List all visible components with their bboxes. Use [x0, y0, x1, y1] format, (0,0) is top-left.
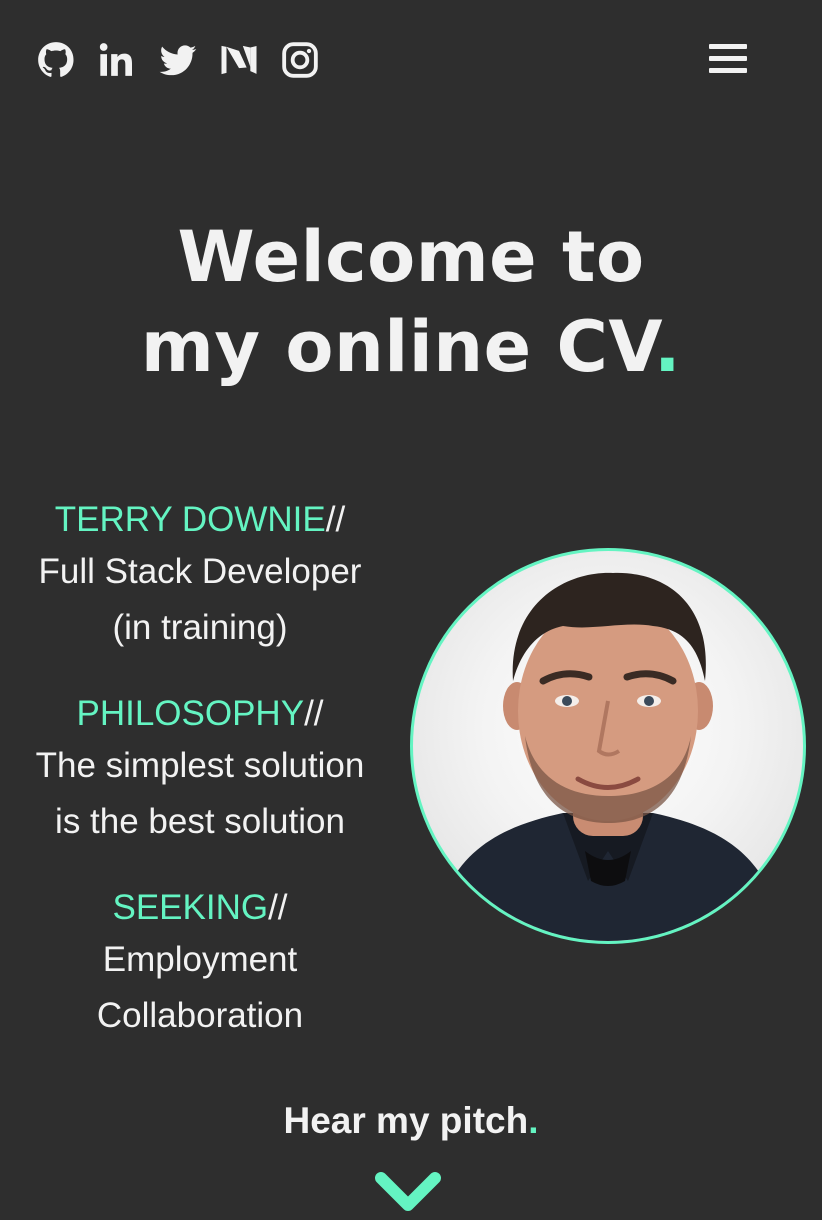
github-icon: [38, 42, 74, 77]
role-line-1: Full Stack Developer: [38, 552, 362, 591]
title-line-2: my online CV: [140, 306, 654, 388]
social-links: [36, 38, 341, 82]
name-block: TERRY DOWNIE// Full Stack Developer (in …: [0, 496, 400, 656]
page-title: Welcome to my online CV.: [0, 212, 822, 392]
twitter-link[interactable]: [158, 38, 198, 82]
seeking-separator: //: [268, 888, 288, 927]
hamburger-menu-button[interactable]: [709, 44, 747, 76]
seeking-line-1: Employment: [102, 940, 298, 979]
pitch-dot: .: [528, 1100, 539, 1141]
pitch-heading: Hear my pitch.: [0, 1100, 822, 1142]
profile-info: TERRY DOWNIE// Full Stack Developer (in …: [0, 496, 400, 1078]
menu-bar: [709, 68, 747, 73]
name-separator: //: [325, 500, 346, 539]
name-label: TERRY DOWNIE: [54, 500, 326, 539]
medium-link[interactable]: [219, 38, 259, 82]
seeking-block: SEEKING// Employment Collaboration: [0, 884, 400, 1044]
medium-icon: [221, 45, 257, 75]
menu-bar: [709, 44, 747, 49]
title-line-1: Welcome to: [177, 216, 645, 298]
seeking-label: SEEKING: [112, 888, 269, 927]
github-link[interactable]: [36, 38, 76, 82]
philosophy-block: PHILOSOPHY// The simplest solution is th…: [0, 690, 400, 850]
linkedin-icon: [99, 43, 132, 76]
instagram-link[interactable]: [280, 38, 320, 82]
philosophy-separator: //: [304, 694, 324, 733]
menu-bar: [709, 56, 747, 61]
role-line-2: (in training): [112, 608, 288, 647]
chevron-down-icon[interactable]: [375, 1170, 441, 1216]
philosophy-line-2: is the best solution: [55, 802, 345, 841]
avatar: [433, 572, 783, 941]
philosophy-line-1: The simplest solution: [35, 746, 365, 785]
twitter-icon: [159, 45, 197, 76]
title-dot: .: [653, 306, 682, 388]
pitch-text: Hear my pitch: [283, 1100, 529, 1141]
linkedin-link[interactable]: [97, 38, 137, 82]
profile-photo: [410, 548, 806, 944]
seeking-line-2: Collaboration: [96, 996, 304, 1035]
instagram-icon: [282, 42, 318, 78]
philosophy-label: PHILOSOPHY: [76, 694, 305, 733]
